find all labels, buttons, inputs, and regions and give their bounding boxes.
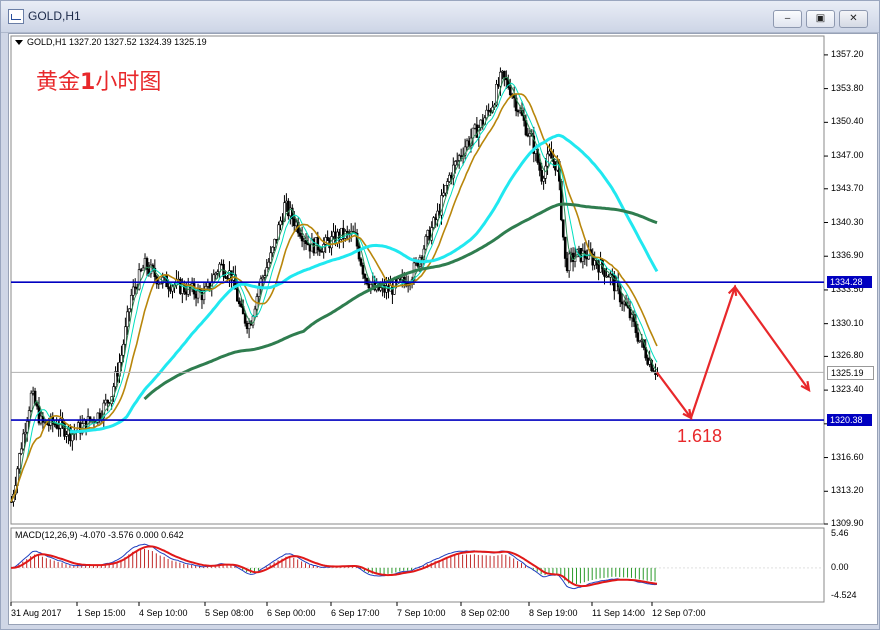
candle-body — [499, 71, 502, 87]
candle-body — [243, 313, 247, 324]
candle-body — [236, 288, 239, 302]
candle-body — [55, 424, 58, 429]
candle-body — [239, 303, 243, 307]
candle-body — [542, 177, 545, 182]
time-axis-label: 5 Sep 08:00 — [205, 608, 254, 618]
price-axis-label: 1336.90 — [831, 250, 864, 261]
candle-body — [442, 192, 445, 196]
ma-mid-line — [10, 93, 658, 503]
candle-body — [546, 153, 549, 167]
candle-body — [29, 392, 33, 411]
annotation-number: 1 — [80, 70, 96, 95]
candle-body — [126, 311, 129, 328]
macd-axis-label: 0.00 — [831, 561, 849, 572]
fibonacci-label: 1.618 — [677, 426, 723, 446]
price-axis-label: 1316.60 — [831, 451, 864, 462]
time-axis-label: 8 Sep 19:00 — [529, 608, 578, 618]
dropdown-triangle-icon[interactable] — [15, 40, 23, 46]
price-axis-label: 1350.40 — [831, 116, 864, 127]
candle-body — [298, 232, 302, 237]
candle-body — [424, 236, 428, 250]
candle-body — [567, 253, 571, 271]
macd-label: MACD(12,26,9) -4.070 -3.576 0.000 0.642 — [15, 530, 184, 540]
chart-area[interactable]: GOLD,H1 1327.20 1327.52 1324.39 1325.19 … — [8, 33, 878, 625]
ma-fast-line — [10, 76, 658, 502]
close-button[interactable]: ✕ — [839, 10, 868, 28]
time-axis-label: 6 Sep 17:00 — [331, 608, 380, 618]
candle-body — [167, 286, 170, 290]
price-axis-label: 1326.80 — [831, 350, 864, 361]
price-axis-label: 1347.00 — [831, 150, 864, 161]
candle-body — [122, 344, 125, 356]
time-axis-label: 12 Sep 07:00 — [652, 608, 706, 618]
macd-signal-line — [10, 545, 658, 588]
candle-body — [267, 261, 271, 268]
price-axis-label: 1309.90 — [831, 518, 864, 528]
price-axis-label: 1357.20 — [831, 48, 864, 59]
ma-short-line — [10, 82, 658, 502]
candle-body — [379, 287, 382, 291]
hline-price-tag: 1334.28 — [827, 276, 872, 289]
candle-body — [357, 245, 361, 260]
candle-body — [20, 448, 23, 454]
candle-body — [18, 453, 21, 470]
current-price-tag: 1325.19 — [827, 366, 874, 381]
candle-body — [141, 267, 145, 271]
candle-body — [271, 246, 274, 254]
chart-annotation: 黄金1小时图 — [36, 64, 161, 96]
macd-axis-label: -4.524 — [831, 590, 857, 600]
candle-body — [538, 162, 541, 171]
price-axis-label: 1330.10 — [831, 317, 864, 328]
window-title: GOLD,H1 — [28, 9, 81, 23]
price-axis-label: 1323.40 — [831, 384, 864, 395]
candle-body — [446, 181, 449, 186]
time-axis-label: 7 Sep 10:00 — [397, 608, 446, 618]
candle-body — [128, 308, 131, 313]
time-axis-label: 4 Sep 10:00 — [139, 608, 188, 618]
candle-body — [316, 237, 320, 250]
candle-body — [129, 295, 133, 310]
annotation-suffix: 小时图 — [95, 70, 162, 95]
symbol-ohlc: GOLD,H1 1327.20 1327.52 1324.39 1325.19 — [27, 37, 207, 47]
time-axis-label: 11 Sep 14:00 — [592, 608, 645, 618]
candle-body — [563, 236, 567, 259]
chart-window-icon — [8, 9, 24, 24]
candle-body — [269, 252, 272, 263]
candle-body — [453, 161, 457, 166]
time-axis-label: 1 Sep 15:00 — [77, 608, 126, 618]
candle-body — [561, 219, 565, 238]
candle-body — [322, 244, 326, 253]
candle-body — [503, 70, 506, 78]
price-axis-label: 1343.70 — [831, 182, 864, 193]
candle-body — [257, 287, 261, 297]
candle-body — [326, 237, 329, 241]
candle-body — [444, 184, 447, 194]
price-axis-label: 1313.20 — [831, 485, 864, 496]
symbol-info: GOLD,H1 1327.20 1327.52 1324.39 1325.19 — [15, 37, 207, 47]
price-axis-label: 1353.80 — [831, 82, 864, 93]
candle-body — [363, 273, 367, 279]
candle-body — [237, 300, 241, 305]
candle-body — [35, 403, 39, 407]
candle-body — [361, 264, 365, 275]
forecast-path — [656, 284, 810, 421]
candle-body — [359, 258, 363, 266]
time-axis-label: 6 Sep 00:00 — [267, 608, 316, 618]
candle-body — [106, 399, 110, 403]
chart-window: GOLD,H1 ‒ ▣ ✕ GOLD,H1 1327.20 1327.52 13… — [0, 0, 880, 630]
candle-body — [120, 354, 123, 363]
minimize-button[interactable]: ‒ — [773, 10, 802, 28]
annotation-prefix: 黄金 — [36, 70, 81, 95]
maximize-button[interactable]: ▣ — [806, 10, 835, 28]
title-bar[interactable]: GOLD,H1 ‒ ▣ ✕ — [1, 1, 879, 33]
candle-body — [21, 433, 25, 450]
hline-price-tag: 1320.38 — [827, 414, 872, 427]
candle-body — [636, 332, 640, 342]
price-axis-label: 1340.30 — [831, 216, 864, 227]
candle-body — [508, 87, 512, 96]
time-axis-label: 31 Aug 2017 — [11, 608, 62, 618]
macd-axis-label: 5.46 — [831, 528, 849, 538]
time-axis-label: 8 Sep 02:00 — [461, 608, 510, 618]
